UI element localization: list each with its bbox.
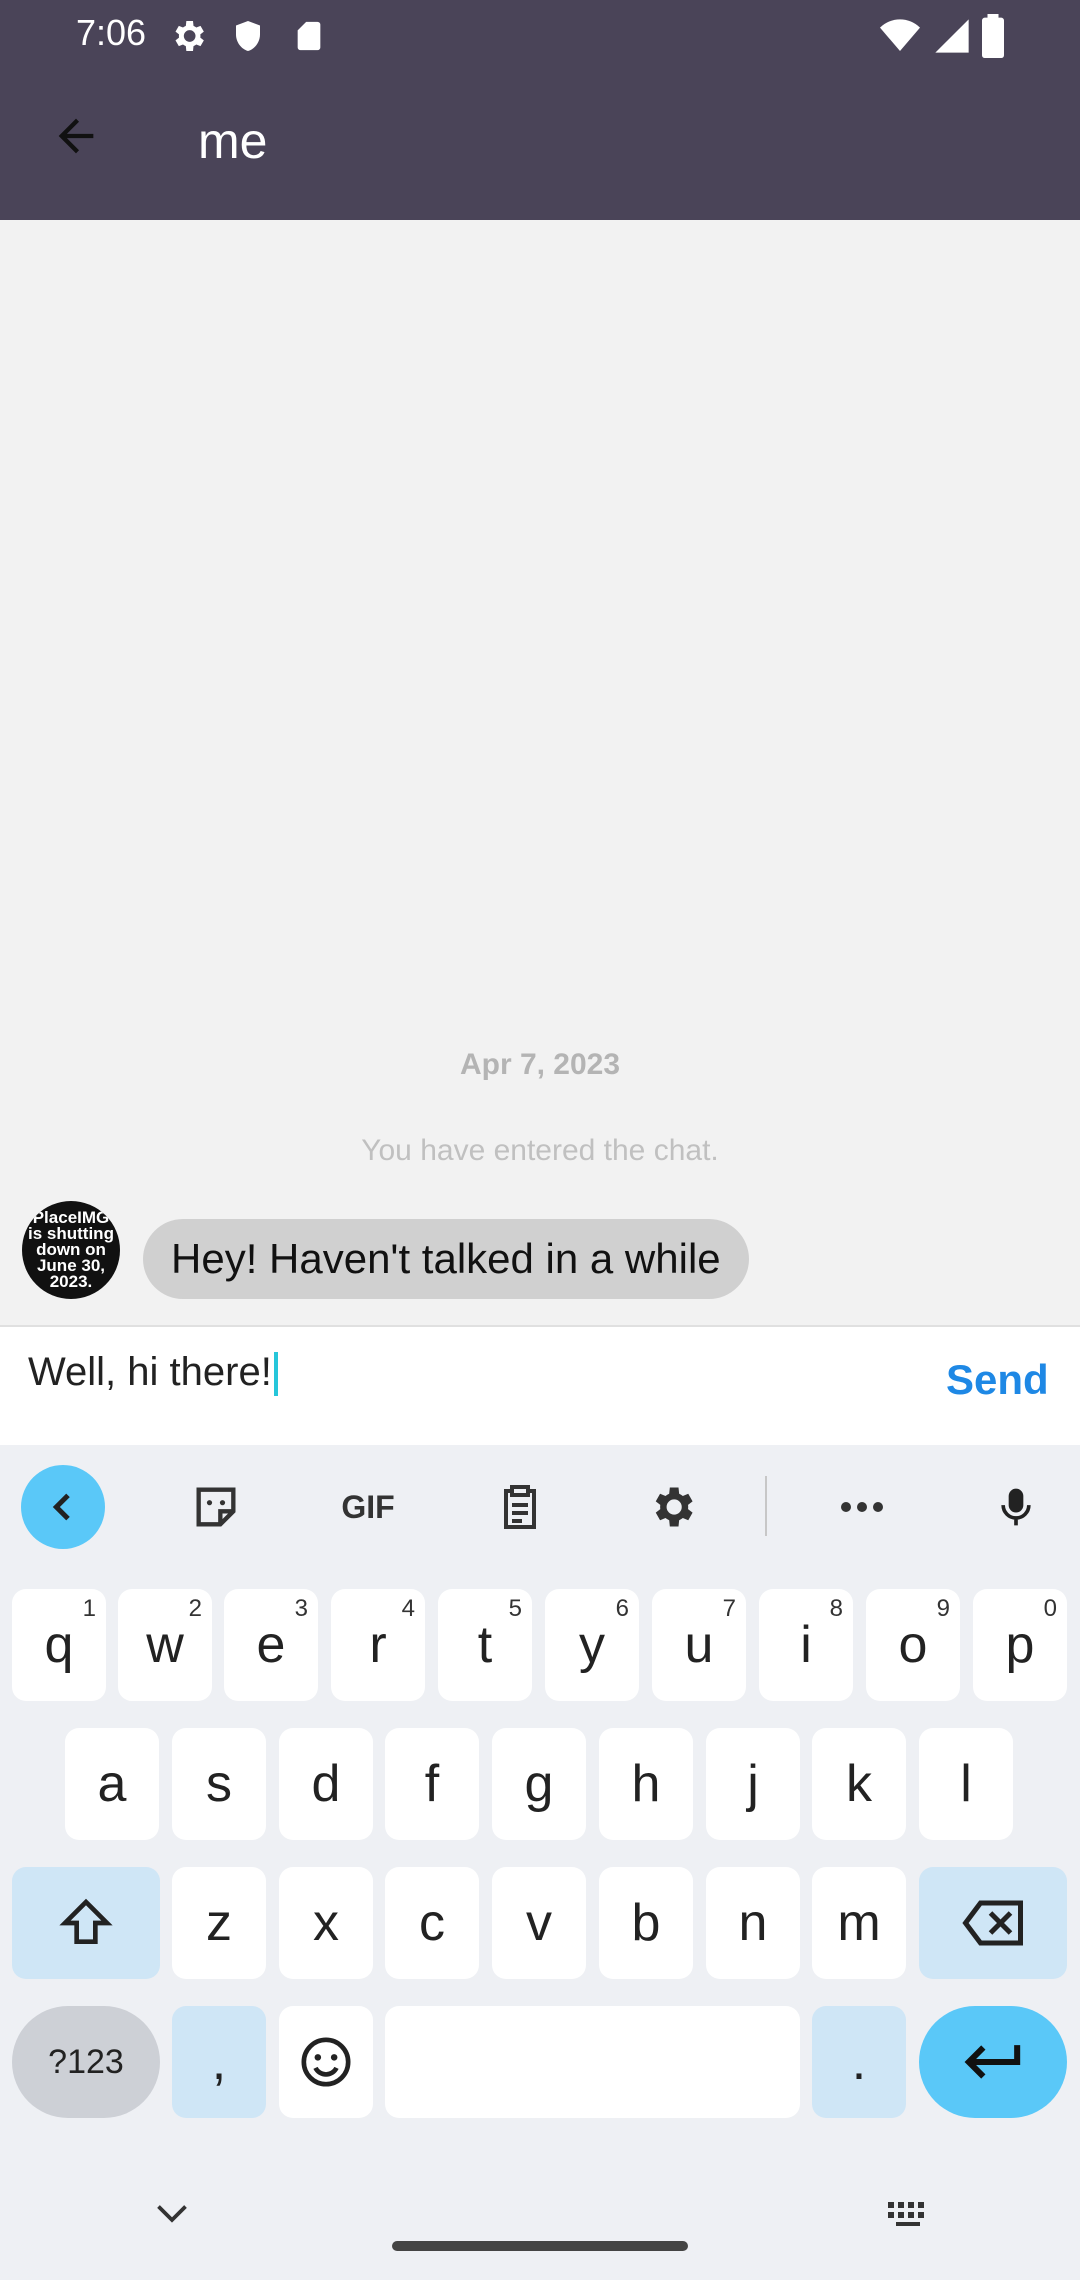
hide-keyboard-button[interactable] — [146, 2196, 198, 2232]
text-cursor — [273, 1352, 278, 1397]
key-m[interactable]: m — [812, 1867, 906, 1979]
backspace-key[interactable] — [919, 1867, 1067, 1979]
key-t[interactable]: t5 — [438, 1589, 532, 1701]
key-j[interactable]: j — [706, 1728, 800, 1840]
arrow-back-icon — [58, 118, 94, 154]
keyboard-icon — [888, 2202, 924, 2226]
mic-button[interactable] — [976, 1475, 1056, 1539]
gear-icon — [175, 21, 204, 51]
keyboard — [0, 1445, 1080, 2280]
key-x[interactable]: x — [279, 1867, 373, 1979]
sticker-button[interactable] — [176, 1475, 256, 1539]
numbers-key[interactable]: ?123 — [12, 2006, 160, 2118]
chevron-down-icon — [157, 2205, 187, 2223]
emoji-key[interactable] — [279, 2006, 373, 2118]
app-bar — [0, 70, 1080, 220]
key-g[interactable]: g — [492, 1728, 586, 1840]
mic-icon — [1001, 1488, 1031, 1526]
key-r[interactable]: r4 — [331, 1589, 425, 1701]
status-time: 7:06 — [76, 12, 147, 53]
more-icon — [841, 1502, 883, 1512]
keyboard-settings-button[interactable] — [632, 1475, 712, 1539]
key-b[interactable]: b — [599, 1867, 693, 1979]
key-n[interactable]: n — [706, 1867, 800, 1979]
page-title: me — [198, 113, 268, 169]
key-l[interactable]: l — [919, 1728, 1013, 1840]
message-text: Hey! Haven't talked in a while — [171, 1235, 721, 1282]
sticker-icon — [196, 1487, 236, 1527]
emoji-icon — [301, 2037, 351, 2087]
message-input-text: Well, hi there! — [28, 1350, 272, 1394]
battery-icon — [982, 14, 1004, 58]
key-s[interactable]: s — [172, 1728, 266, 1840]
key-y[interactable]: y6 — [545, 1589, 639, 1701]
settings-icon — [655, 1487, 693, 1527]
keyboard-collapse-button[interactable] — [21, 1465, 105, 1549]
shift-key[interactable] — [12, 1867, 160, 1979]
key-c[interactable]: c — [385, 1867, 479, 1979]
send-button[interactable]: Send — [946, 1356, 1049, 1404]
toolbar-divider — [765, 1476, 767, 1536]
clipboard-button[interactable] — [480, 1475, 560, 1539]
back-button[interactable] — [40, 100, 112, 172]
key-u[interactable]: u7 — [652, 1589, 746, 1701]
key-k[interactable]: k — [812, 1728, 906, 1840]
message-input[interactable]: Well, hi there! — [28, 1350, 278, 1397]
shift-icon — [59, 1898, 113, 1944]
key-o[interactable]: o9 — [866, 1589, 960, 1701]
key-z[interactable]: z — [172, 1867, 266, 1979]
key-w[interactable]: w2 — [118, 1589, 212, 1701]
chevron-left-icon — [52, 1493, 70, 1521]
key-v[interactable]: v — [492, 1867, 586, 1979]
system-message: You have entered the chat. — [361, 1134, 719, 1167]
sd-card-icon — [297, 21, 321, 51]
wifi-icon — [880, 19, 920, 51]
date-separator: Apr 7, 2023 — [459, 1048, 621, 1081]
more-button[interactable] — [822, 1475, 902, 1539]
avatar-text: PlaceIMG is shutting down on June 30, 20… — [28, 1208, 114, 1291]
clipboard-icon — [504, 1485, 536, 1529]
signal-icon — [935, 19, 969, 53]
period-key[interactable]: . — [812, 2006, 906, 2118]
key-q[interactable]: q1 — [12, 1589, 106, 1701]
key-d[interactable]: d — [279, 1728, 373, 1840]
key-p[interactable]: p0 — [973, 1589, 1067, 1701]
key-i[interactable]: i8 — [759, 1589, 853, 1701]
comma-key[interactable]: , — [172, 2006, 266, 2118]
key-f[interactable]: f — [385, 1728, 479, 1840]
enter-arrow-icon — [964, 2045, 1021, 2079]
avatar[interactable]: PlaceIMG is shutting down on June 30, 20… — [22, 1201, 120, 1299]
key-h[interactable]: h — [599, 1728, 693, 1840]
switch-keyboard-button[interactable] — [882, 2196, 934, 2232]
key-e[interactable]: e3 — [224, 1589, 318, 1701]
enter-key[interactable] — [919, 2006, 1067, 2118]
space-key[interactable] — [385, 2006, 800, 2118]
gif-button[interactable]: GIF — [328, 1475, 408, 1539]
shield-icon — [236, 21, 260, 51]
home-indicator[interactable] — [392, 2241, 688, 2251]
message-bubble[interactable]: Hey! Haven't talked in a while — [143, 1219, 749, 1299]
key-a[interactable]: a — [65, 1728, 159, 1840]
backspace-icon — [962, 1900, 1023, 1946]
